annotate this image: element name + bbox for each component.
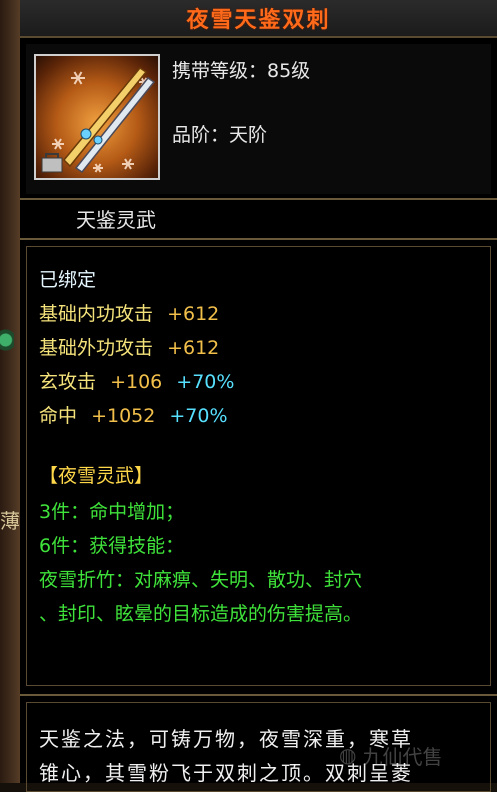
stat-inner-attack: 基础内功攻击 +612 xyxy=(39,299,227,326)
set-bonus-6: 6件：获得技能： xyxy=(39,535,185,557)
item-tooltip-panel: 夜雪天鉴双刺 携带等级：85级 品阶：天阶 天鉴灵武 已绑定 基础内功攻击 +6… xyxy=(20,0,497,792)
background-ornament xyxy=(0,300,14,380)
watermark-text: 九仙代售 xyxy=(362,744,443,769)
item-icon xyxy=(34,54,160,180)
twin-daggers-icon xyxy=(41,67,156,174)
divider xyxy=(20,238,497,240)
set-skill-line-2: 、封印、眩晕的目标造成的伤害提高。 xyxy=(39,603,363,625)
stat-value: +612 xyxy=(167,303,220,325)
stat-label: 基础外功攻击 xyxy=(39,337,154,359)
stat-hit: 命中 +1052 +70% xyxy=(39,401,236,428)
stat-label: 基础内功攻击 xyxy=(39,303,154,325)
stat-label: 玄攻击 xyxy=(39,371,97,393)
stat-mystic-attack: 玄攻击 +106 +70% xyxy=(39,367,242,394)
stat-bonus: +70% xyxy=(176,371,235,393)
stat-value: +106 xyxy=(110,371,163,393)
set-skill-line-1: 夜雪折竹：对麻痹、失明、散功、封穴 xyxy=(39,569,363,591)
watermark-icon: ◍ xyxy=(339,743,357,767)
item-name: 夜雪天鉴双刺 xyxy=(186,8,331,33)
stat-bonus: +70% xyxy=(169,405,228,427)
set-title: 【夜雪灵武】 xyxy=(39,465,154,487)
watermark-logo: ◍ 九仙代售 xyxy=(339,735,489,775)
item-grade: 品阶：天阶 xyxy=(172,124,268,146)
stat-outer-attack: 基础外功攻击 +612 xyxy=(39,333,227,360)
set-bonus-3: 3件：命中增加； xyxy=(39,501,185,523)
divider xyxy=(20,198,497,200)
background-text: 薄 xyxy=(0,509,20,533)
tooltip-title-bar: 夜雪天鉴双刺 xyxy=(20,0,497,38)
stat-label: 命中 xyxy=(39,405,78,427)
bound-status: 已绑定 xyxy=(39,269,97,291)
stat-value: +612 xyxy=(167,337,220,359)
carry-level: 携带等级：85级 xyxy=(172,60,311,82)
item-header: 携带等级：85级 品阶：天阶 xyxy=(26,44,491,194)
item-stats-box: 已绑定 基础内功攻击 +612 基础外功攻击 +612 玄攻击 +106 +70… xyxy=(26,246,491,686)
stat-value: +1052 xyxy=(91,405,156,427)
item-category: 天鉴灵武 xyxy=(76,208,156,232)
divider xyxy=(20,694,497,696)
